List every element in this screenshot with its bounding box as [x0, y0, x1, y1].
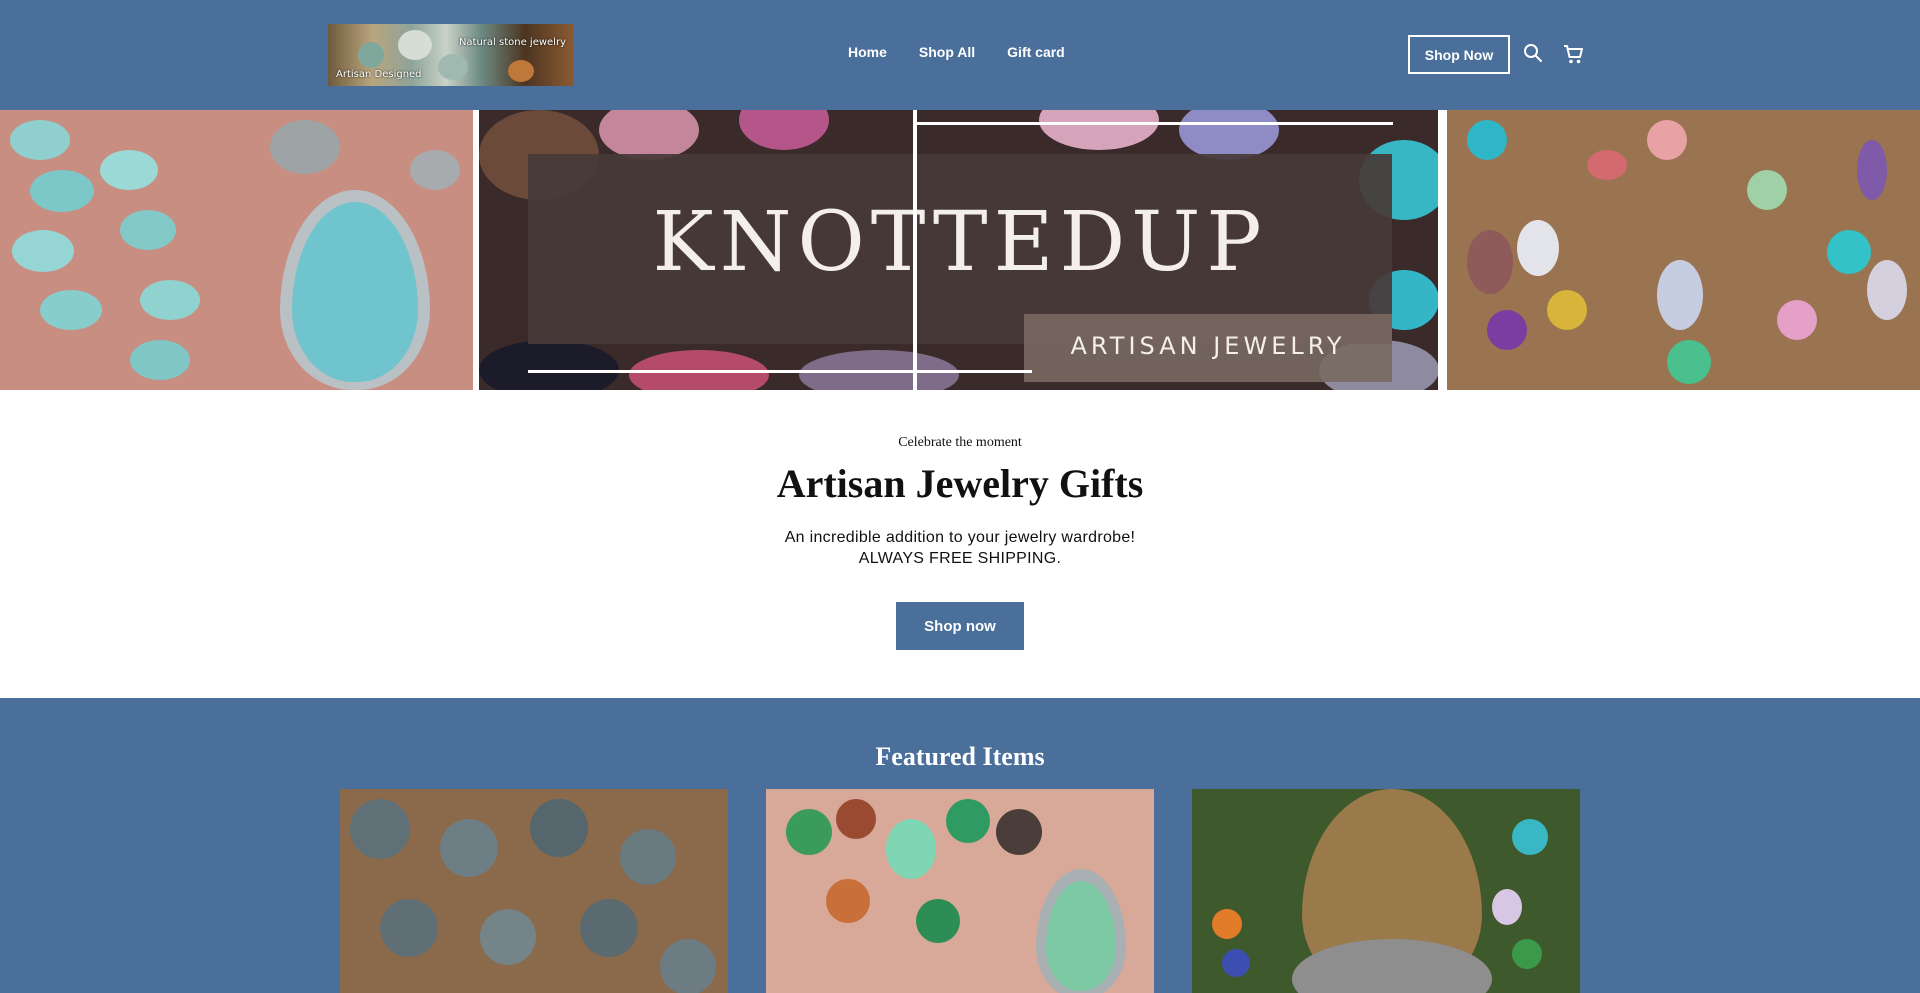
logo-tagline: Natural stone jewelry: [458, 37, 566, 48]
main-nav: Home Shop All Gift card: [848, 44, 1065, 60]
frame-line: [913, 122, 1393, 125]
logo-stone: [358, 42, 384, 68]
featured-section: Featured Items: [0, 698, 1920, 993]
header-shop-now-button[interactable]: Shop Now: [1408, 35, 1510, 74]
banner-image-turquoise-pendant: [0, 110, 473, 390]
featured-product-card-2[interactable]: [766, 789, 1154, 993]
store-logo[interactable]: Natural stone jewelry Artisan Designed: [328, 24, 574, 86]
featured-product-card-1[interactable]: [340, 789, 728, 993]
hero-description: An incredible addition to your jewelry w…: [0, 527, 1920, 569]
site-header: Natural stone jewelry Artisan Designed H…: [0, 0, 1920, 110]
hero-title: Artisan Jewelry Gifts: [776, 461, 1144, 506]
hero-banner: KNOTTEDUP ARTISAN JEWELRY: [0, 110, 1920, 390]
logo-stone: [398, 30, 432, 60]
hero-description-line-2: ALWAYS FREE SHIPPING.: [858, 550, 1062, 567]
nav-shop-all[interactable]: Shop All: [919, 44, 975, 60]
search-icon[interactable]: [1523, 43, 1543, 63]
hero-shop-now-button[interactable]: Shop now: [896, 602, 1024, 650]
frame-line: [528, 370, 1032, 373]
banner-image-bead-necklaces: [1447, 110, 1920, 390]
logo-stone: [508, 60, 534, 82]
logo-subtitle: Artisan Designed: [336, 69, 422, 80]
hero-eyebrow: Celebrate the moment: [898, 435, 1022, 450]
frame-line: [913, 110, 917, 390]
brand-subtitle: ARTISAN JEWELRY: [1070, 332, 1346, 360]
logo-stone: [438, 54, 468, 80]
nav-gift-card[interactable]: Gift card: [1007, 44, 1065, 60]
featured-product-card-3[interactable]: [1192, 789, 1580, 993]
brand-title: KNOTTEDUP: [652, 195, 1268, 290]
featured-title: Featured Items: [875, 742, 1045, 771]
hero-description-line-1: An incredible addition to your jewelry w…: [784, 529, 1136, 546]
nav-home[interactable]: Home: [848, 44, 887, 60]
cart-icon[interactable]: [1562, 43, 1584, 65]
banner-brand-panel: KNOTTEDUP ARTISAN JEWELRY: [479, 110, 1438, 390]
